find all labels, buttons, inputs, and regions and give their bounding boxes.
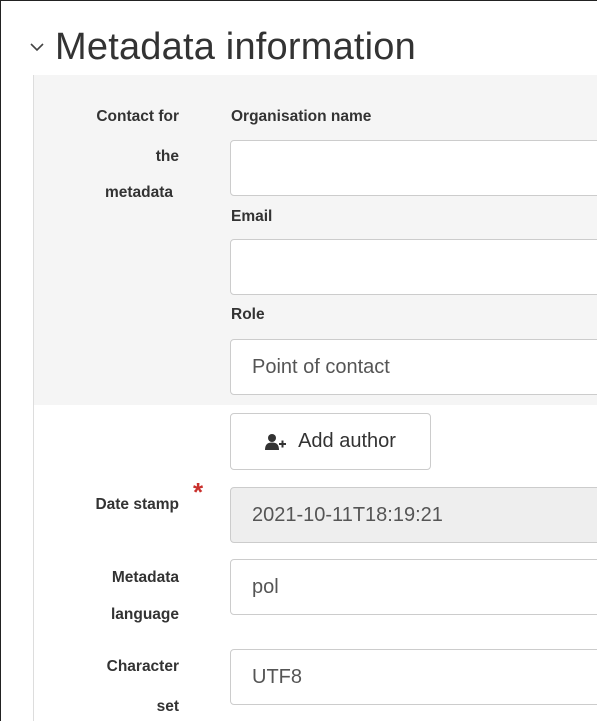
contact-label-line2: the <box>155 148 179 165</box>
section-title: Metadata information <box>55 25 416 68</box>
organisation-name-input[interactable] <box>230 140 597 196</box>
metadata-form-frame: Metadata information Contact for the met… <box>0 0 597 721</box>
contact-label-line3: metadata <box>104 184 173 201</box>
add-user-icon <box>265 433 287 451</box>
role-select[interactable]: Point of contact <box>230 339 597 395</box>
organisation-name-label: Organisation name <box>231 108 372 125</box>
metadata-language-label-line1: Metadata <box>111 569 179 586</box>
character-set-label-line1: Character <box>106 658 179 675</box>
date-stamp-label: Date stamp <box>95 496 179 513</box>
character-set-label-line2: set <box>156 698 179 715</box>
email-input[interactable] <box>230 239 597 295</box>
required-asterisk: * <box>193 477 204 507</box>
contact-label-line1: Contact for <box>96 108 179 125</box>
email-label: Email <box>231 208 273 225</box>
add-author-label: Add author <box>298 430 396 452</box>
add-author-button[interactable]: Add author <box>230 413 431 470</box>
date-stamp-input: 2021-10-11T18:19:21 <box>230 487 597 543</box>
role-label: Role <box>231 306 265 323</box>
metadata-language-label-line2: language <box>110 606 179 623</box>
section-header[interactable]: Metadata information <box>27 21 416 73</box>
character-set-input[interactable]: UTF8 <box>230 649 597 705</box>
metadata-language-input[interactable]: pol <box>230 559 597 615</box>
chevron-down-icon[interactable] <box>27 37 47 57</box>
